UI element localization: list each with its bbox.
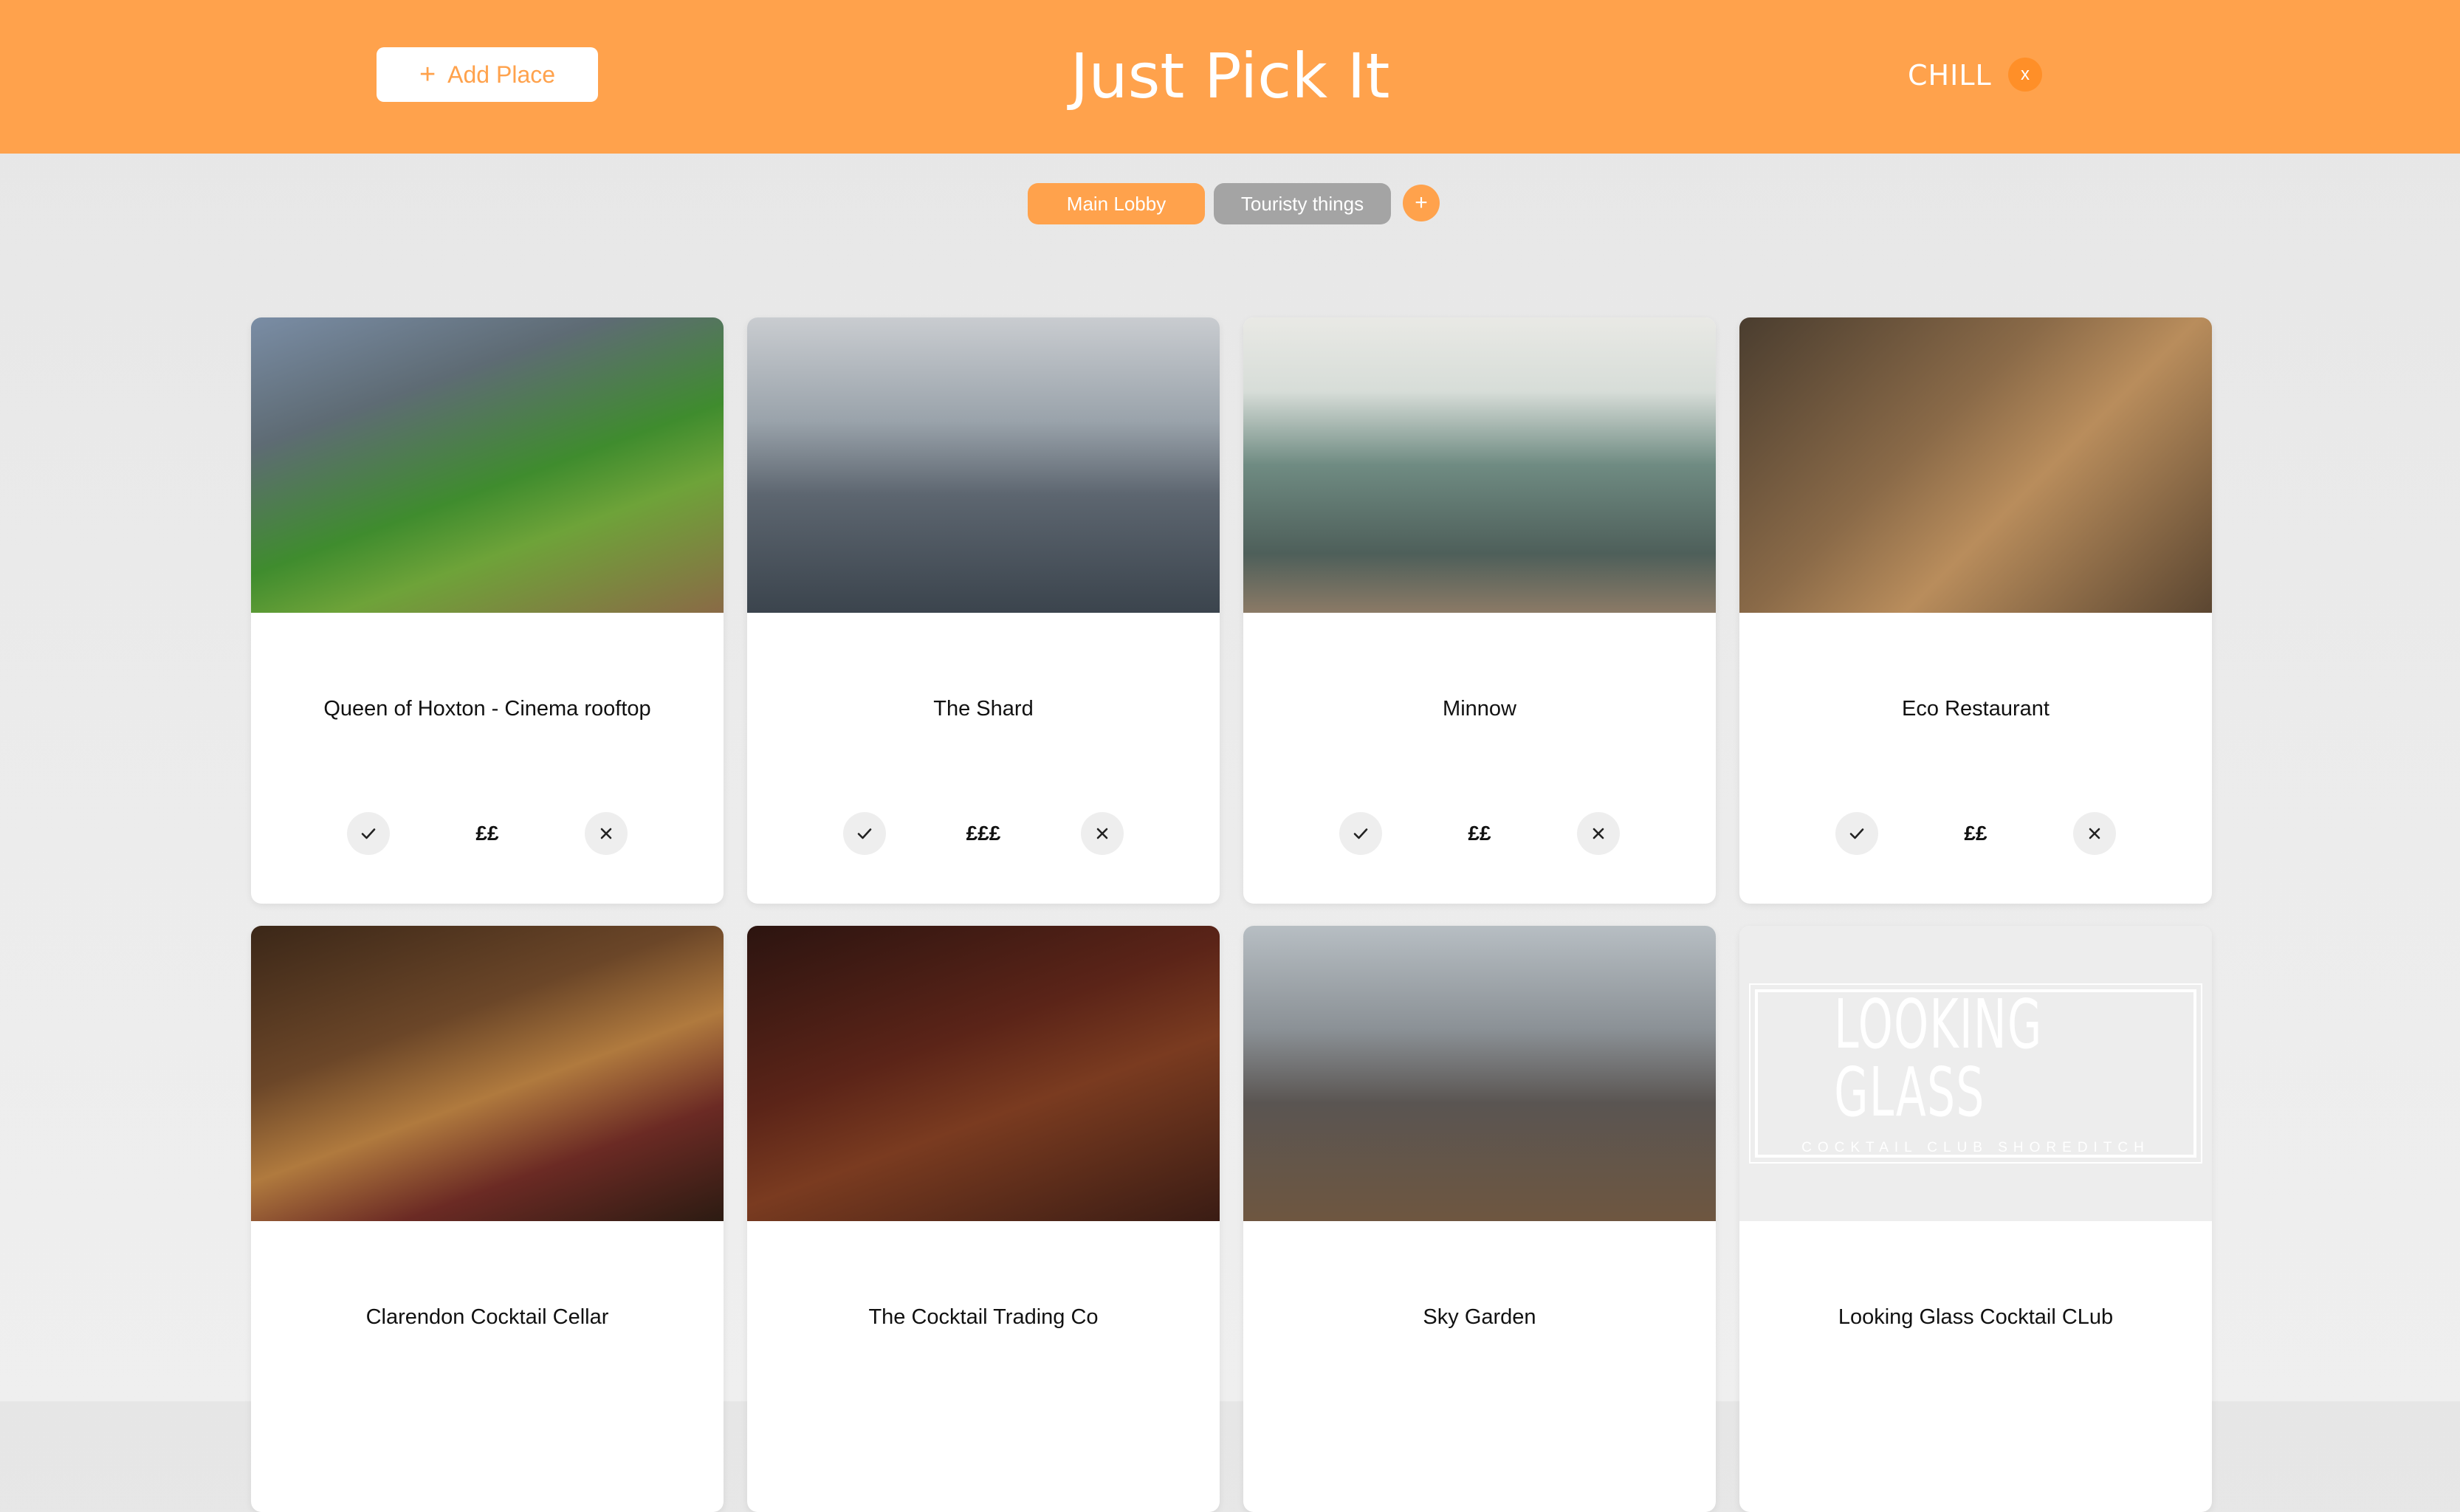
place-photo: [251, 926, 724, 1221]
place-name: Sky Garden: [1423, 1305, 1536, 1329]
app-header: + Add Place Just Pick It CHILL x: [0, 0, 2460, 154]
place-photo: [747, 317, 1220, 613]
close-icon: [2089, 828, 2100, 839]
price-level: ££: [475, 822, 499, 845]
logo-title: LOOKING GLASS: [1834, 985, 2043, 1132]
reject-button[interactable]: [585, 812, 628, 855]
place-name: Eco Restaurant: [1902, 697, 2050, 721]
check-icon: [1353, 828, 1368, 839]
place-card[interactable]: Eco Restaurant ££: [1739, 317, 2212, 904]
add-lobby-button[interactable]: +: [1403, 185, 1440, 221]
check-icon: [1849, 828, 1864, 839]
mode-close-button[interactable]: x: [2008, 58, 2042, 92]
place-name: The Cocktail Trading Co: [868, 1305, 1099, 1329]
price-level: £££: [966, 822, 1001, 845]
place-name: The Shard: [933, 697, 1034, 721]
place-photo: LOOKING GLASS COCKTAIL CLUB SHOREDITCH: [1739, 926, 2212, 1221]
accept-button[interactable]: [1835, 812, 1878, 855]
check-icon: [857, 828, 872, 839]
place-card[interactable]: The Shard £££: [747, 317, 1220, 904]
place-card[interactable]: Clarendon Cocktail Cellar: [251, 926, 724, 1512]
reject-button[interactable]: [1081, 812, 1124, 855]
check-icon: [361, 828, 376, 839]
app-title: Just Pick It: [1070, 40, 1390, 112]
place-name: Looking Glass Cocktail CLub: [1838, 1305, 2114, 1329]
place-name: Minnow: [1443, 697, 1516, 721]
close-icon: [1096, 828, 1108, 839]
place-name: Clarendon Cocktail Cellar: [365, 1305, 609, 1329]
price-level: ££: [1468, 822, 1491, 845]
place-photo: [1243, 317, 1716, 613]
place-card[interactable]: LOOKING GLASS COCKTAIL CLUB SHOREDITCH L…: [1739, 926, 2212, 1512]
place-photo: [747, 926, 1220, 1221]
place-card[interactable]: Sky Garden: [1243, 926, 1716, 1512]
close-icon: [600, 828, 612, 839]
place-photo: [1243, 926, 1716, 1221]
accept-button[interactable]: [1339, 812, 1382, 855]
accept-button[interactable]: [347, 812, 390, 855]
looking-glass-logo: LOOKING GLASS COCKTAIL CLUB SHOREDITCH: [1749, 983, 2202, 1164]
place-card[interactable]: The Cocktail Trading Co: [747, 926, 1220, 1512]
reject-button[interactable]: [1577, 812, 1620, 855]
logo-subtitle: COCKTAIL CLUB SHOREDITCH: [1801, 1140, 2150, 1155]
accept-button[interactable]: [843, 812, 886, 855]
tab-touristy-things[interactable]: Touristy things: [1214, 183, 1391, 224]
place-photo: [251, 317, 724, 613]
place-card[interactable]: Minnow ££: [1243, 317, 1716, 904]
mode-label: CHILL: [1908, 59, 1992, 92]
price-level: ££: [1964, 822, 1987, 845]
tab-main-lobby[interactable]: Main Lobby: [1028, 183, 1205, 224]
place-name: Queen of Hoxton - Cinema rooftop: [323, 697, 651, 721]
place-photo: [1739, 317, 2212, 613]
place-card[interactable]: Queen of Hoxton - Cinema rooftop ££: [251, 317, 724, 904]
reject-button[interactable]: [2073, 812, 2116, 855]
close-icon: [1593, 828, 1604, 839]
